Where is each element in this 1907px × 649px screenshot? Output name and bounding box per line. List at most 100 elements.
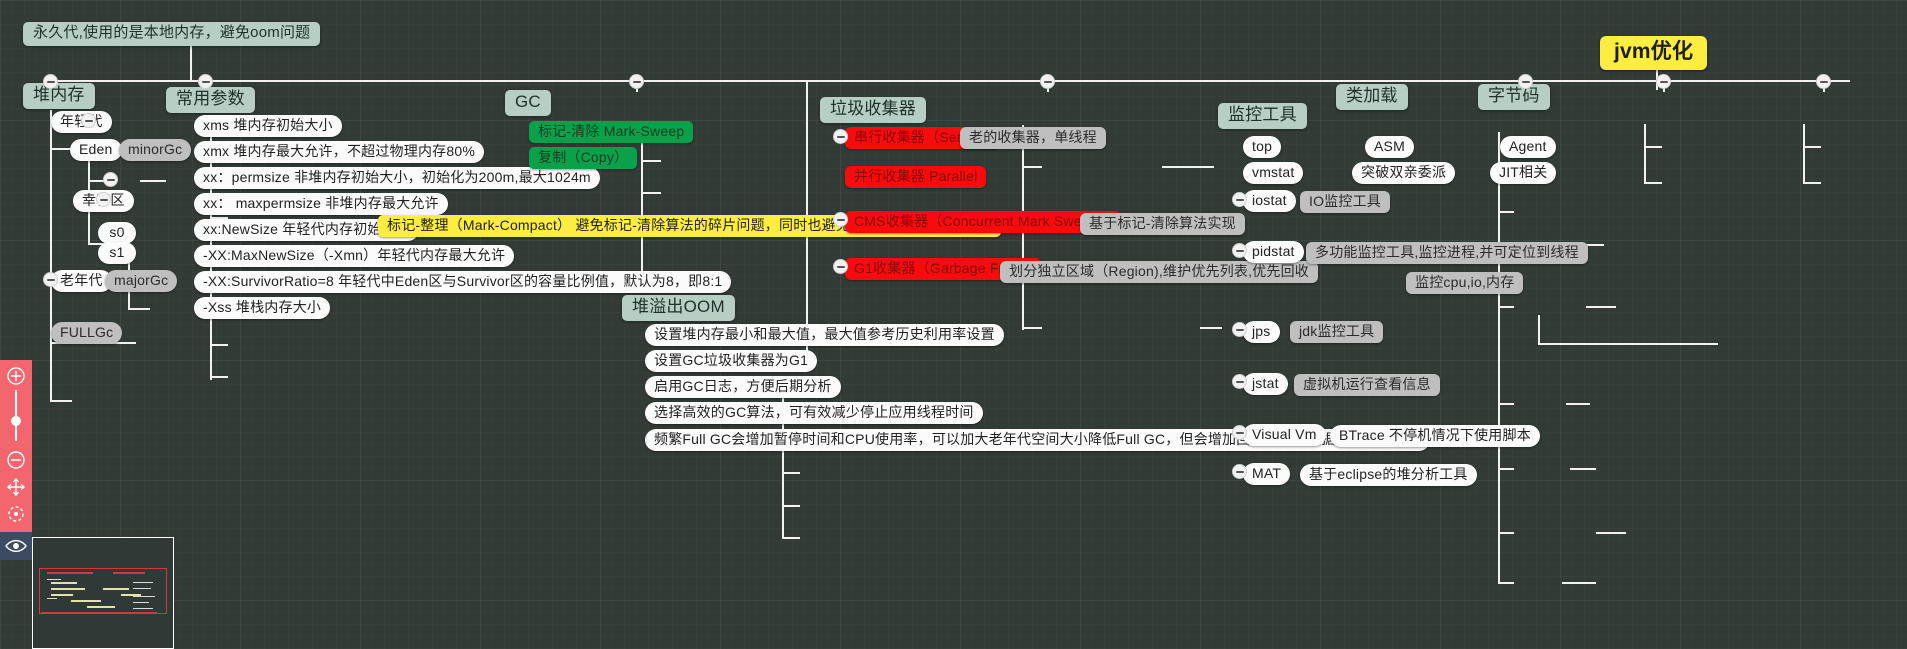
node-tool-pidstat-note-2[interactable]: 监控cpu,io,内存 [1406, 272, 1524, 294]
node-tool-pidstat-note-1[interactable]: 多功能监控工具,监控进程,并可定位到线程 [1306, 242, 1588, 264]
connector [1803, 182, 1821, 184]
connector [1498, 211, 1514, 213]
connector [782, 537, 800, 539]
node-param-xms[interactable]: xms 堆内存初始大小 [194, 115, 342, 137]
node-oom-item-2[interactable]: 设置GC垃圾收集器为G1 [645, 350, 818, 372]
node-bytecode-jit[interactable]: JIT相关 [1490, 162, 1557, 184]
node-class-loading-asm[interactable]: ASM [1365, 136, 1414, 158]
node-param-maxnewsize[interactable]: -XX:MaxNewSize（-Xmn）年轻代内存最大允许 [194, 245, 515, 267]
minimap[interactable] [32, 537, 174, 649]
toggle-tool-jps[interactable] [1232, 322, 1247, 337]
node-full-gc[interactable]: FULLGc [51, 322, 123, 344]
center-icon[interactable] [3, 503, 29, 526]
connector [210, 344, 228, 346]
node-tool-jps-note[interactable]: jdk监控工具 [1290, 321, 1384, 343]
toggle-collector-cms[interactable] [833, 212, 848, 227]
connector [50, 148, 72, 150]
node-gc[interactable]: GC [505, 90, 551, 116]
node-tool-jstat[interactable]: jstat [1243, 373, 1288, 395]
toggle-class-loading[interactable] [1656, 74, 1671, 89]
node-collector-g1-note[interactable]: 划分独立区域（Region),维护优先列表,优先回收 [1000, 261, 1319, 283]
node-tool-mat[interactable]: MAT [1243, 463, 1291, 485]
toggle-tool-pidstat[interactable] [1232, 243, 1247, 258]
connector [1570, 468, 1596, 470]
toggle-monitor-tools[interactable] [1518, 74, 1533, 89]
toggle-young-gen[interactable] [81, 113, 96, 128]
toggle-collector-g1[interactable] [833, 259, 848, 274]
connector [1498, 132, 1500, 582]
node-oom[interactable]: 堆溢出OOM [622, 295, 735, 321]
toggle-survivor[interactable] [96, 192, 111, 207]
connector [1538, 343, 1718, 345]
toggle-tool-visualvm[interactable] [1232, 425, 1247, 440]
node-param-permsize[interactable]: xx：permsize 非堆内存初始大小，初始化为200m,最大1024m [194, 167, 600, 189]
toggle-old-gen[interactable] [43, 272, 58, 287]
node-collector-cms-note[interactable]: 基于标记-清除算法实现 [1080, 213, 1245, 235]
node-bytecode-agent[interactable]: Agent [1500, 136, 1556, 158]
node-oom-item-1[interactable]: 设置堆内存最小和最大值，最大值参考历史利用率设置 [645, 324, 1004, 346]
zoom-in-icon[interactable] [3, 364, 29, 387]
toggle-common-params[interactable] [198, 74, 213, 89]
connector [1644, 124, 1646, 182]
node-gc-mark-sweep[interactable]: 标记-清除 Mark-Sweep [529, 121, 694, 143]
toggle-tool-iostat[interactable] [1232, 192, 1247, 207]
node-collectors[interactable]: 垃圾收集器 [820, 97, 926, 123]
node-common-params[interactable]: 常用参数 [166, 87, 255, 113]
connector [1803, 146, 1821, 148]
node-collector-serial-note[interactable]: 老的收集器，单线程 [960, 127, 1106, 149]
left-toolbar[interactable] [0, 360, 32, 560]
node-param-survivorratio[interactable]: -XX:SurvivorRatio=8 年轻代中Eden区与Survivor区的… [194, 271, 732, 293]
node-class-loading-parent-delegation[interactable]: 突破双亲委派 [1352, 162, 1456, 184]
toggle-bytecode[interactable] [1816, 74, 1831, 89]
node-tool-pidstat[interactable]: pidstat [1243, 241, 1304, 263]
node-tool-jps[interactable]: jps [1243, 321, 1280, 343]
connector [1498, 468, 1514, 470]
node-class-loading[interactable]: 类加载 [1336, 84, 1408, 110]
node-tool-jstat-note[interactable]: 虚拟机运行查看信息 [1294, 374, 1440, 396]
mindmap-canvas[interactable]: jvm优化 永久代,使用的是本地内存，避免oom问题 堆内存 年轻代 Eden … [0, 0, 1907, 649]
move-icon[interactable] [3, 476, 29, 499]
toggle-eden[interactable] [103, 172, 118, 187]
node-s1[interactable]: s1 [98, 242, 136, 264]
node-old-gen[interactable]: 老年代 [51, 270, 112, 292]
connector [1200, 327, 1222, 329]
node-oom-item-3[interactable]: 启用GC日志，方便后期分析 [645, 376, 841, 398]
node-perm-gen[interactable]: 永久代,使用的是本地内存，避免oom问题 [23, 22, 321, 46]
node-gc-copy[interactable]: 复制（Copy） [529, 147, 638, 169]
minimap-resize-handle[interactable] [170, 538, 173, 541]
node-bytecode[interactable]: 字节码 [1478, 84, 1550, 110]
toggle-collector-serial[interactable] [833, 129, 848, 144]
node-tool-visualvm[interactable]: Visual Vm [1243, 424, 1326, 446]
connector [50, 110, 52, 400]
minimap-viewport[interactable] [39, 568, 167, 614]
node-tool-iostat-note[interactable]: IO监控工具 [1300, 191, 1390, 213]
node-tool-vmstat[interactable]: vmstat [1243, 162, 1304, 184]
connector [128, 308, 150, 310]
node-heap-memory[interactable]: 堆内存 [23, 83, 95, 109]
node-tool-visualvm-note[interactable]: BTrace 不停机情况下使用脚本 [1330, 425, 1540, 447]
node-tool-top[interactable]: top [1243, 136, 1282, 158]
zoom-out-icon[interactable] [3, 448, 29, 471]
eye-icon[interactable] [0, 531, 32, 560]
toggle-tool-mat[interactable] [1232, 464, 1247, 479]
node-s0[interactable]: s0 [98, 222, 136, 244]
node-collector-parallel[interactable]: 并行收集器 Parallel [845, 166, 987, 188]
node-param-xss[interactable]: -Xss 堆栈内存大小 [194, 297, 331, 319]
zoom-slider[interactable] [11, 390, 21, 442]
node-monitor-tools[interactable]: 监控工具 [1218, 103, 1307, 129]
node-tool-iostat[interactable]: iostat [1243, 190, 1296, 212]
root-node-jvm[interactable]: jvm优化 [1600, 36, 1708, 71]
zoom-slider-thumb[interactable] [11, 416, 21, 427]
node-tool-mat-note[interactable]: 基于eclipse的堆分析工具 [1300, 464, 1477, 486]
node-minor-gc[interactable]: minorGc [119, 139, 192, 161]
node-oom-item-4[interactable]: 选择高效的GC算法，可有效减少停止应用线程时间 [645, 402, 983, 424]
node-param-maxpermsize[interactable]: xx： maxpermsize 非堆内存最大允许 [194, 193, 448, 215]
toggle-gc[interactable] [629, 74, 644, 89]
toggle-collectors[interactable] [1040, 74, 1055, 89]
node-major-gc[interactable]: majorGc [105, 270, 178, 292]
toggle-tool-jstat[interactable] [1232, 374, 1247, 389]
connector [210, 376, 228, 378]
node-eden[interactable]: Eden [70, 139, 122, 161]
node-param-xmx[interactable]: xmx 堆内存最大允许，不超过物理内存80% [194, 141, 484, 163]
toggle-heap-memory[interactable] [43, 74, 58, 89]
